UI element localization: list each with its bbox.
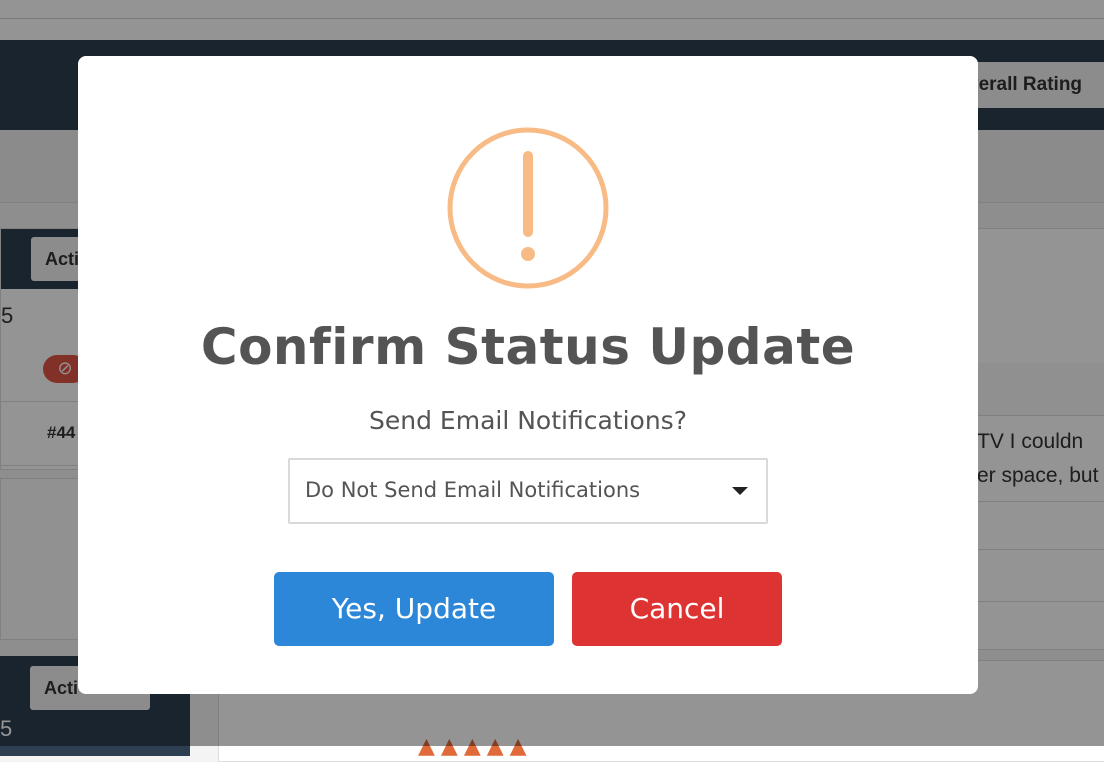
dialog-subtitle: Send Email Notifications? xyxy=(369,406,687,435)
confirm-update-button[interactable]: Yes, Update xyxy=(274,572,554,646)
select-value: Do Not Send Email Notifications xyxy=(305,478,641,502)
email-notification-select[interactable]: Do Not Send Email Notifications xyxy=(288,458,768,524)
confirm-dialog: Confirm Status Update Send Email Notific… xyxy=(78,56,978,694)
caret-down-icon xyxy=(732,487,748,495)
dialog-title: Confirm Status Update xyxy=(200,318,856,376)
cancel-button[interactable]: Cancel xyxy=(572,572,782,646)
exclamation-icon xyxy=(447,127,609,289)
